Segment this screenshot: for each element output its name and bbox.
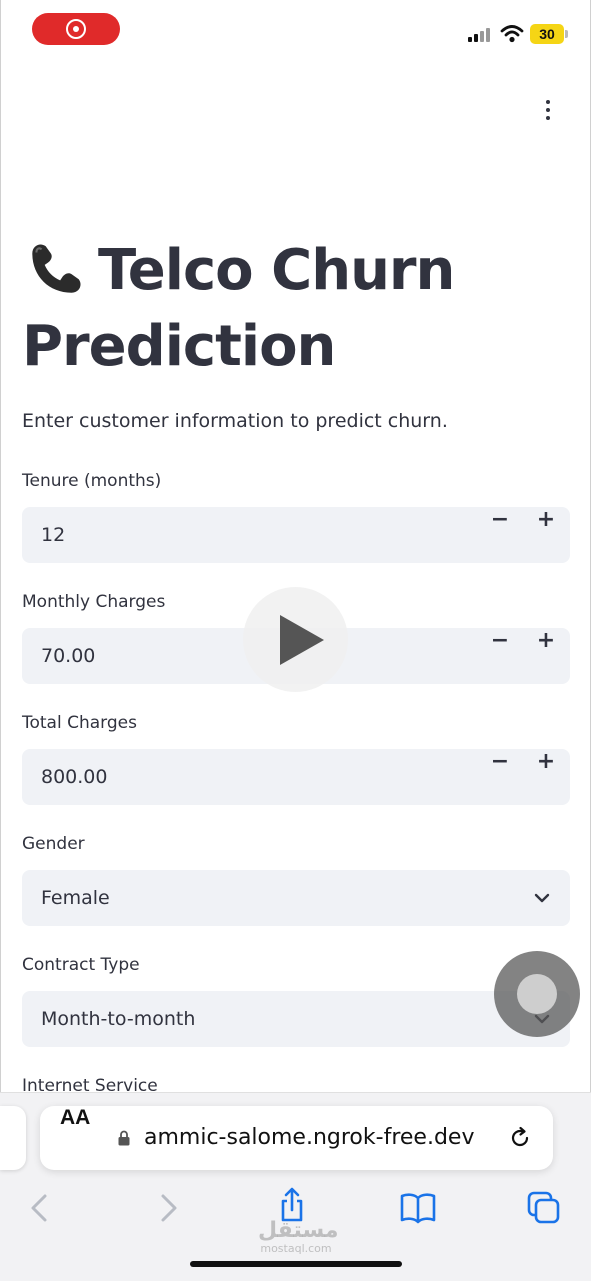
contract-type-selected-value: Month-to-month bbox=[41, 1008, 196, 1030]
gender-selected-value: Female bbox=[41, 887, 110, 909]
chevron-down-icon[interactable] bbox=[530, 886, 554, 910]
total-charges-increment-button[interactable]: + bbox=[531, 749, 561, 805]
wifi-icon bbox=[500, 25, 524, 43]
video-play-button[interactable] bbox=[243, 587, 348, 692]
battery-tip bbox=[565, 30, 568, 38]
frame-edge-left bbox=[0, 0, 1, 1280]
monthly-charges-value[interactable]: 70.00 bbox=[41, 628, 95, 684]
contract-type-select[interactable]: Month-to-month bbox=[22, 991, 570, 1047]
forward-icon[interactable] bbox=[150, 1190, 186, 1226]
page-title-continued: Prediction bbox=[22, 314, 336, 379]
gender-label: Gender bbox=[22, 834, 85, 854]
internet-service-label: Internet Service bbox=[22, 1076, 158, 1092]
main-menu-button[interactable] bbox=[538, 98, 558, 124]
lock-icon bbox=[118, 1130, 130, 1146]
total-charges-label: Total Charges bbox=[22, 713, 137, 733]
previous-tab-preview[interactable] bbox=[0, 1106, 26, 1170]
watermark-arabic: مستقل bbox=[258, 1218, 339, 1243]
address-bar[interactable]: AA ammic-salome.ngrok-free.dev bbox=[40, 1106, 553, 1170]
battery-icon: 30 bbox=[530, 24, 564, 44]
watermark: مستقل mostaql.com bbox=[258, 1218, 339, 1256]
page-subtitle: Enter customer information to predict ch… bbox=[22, 410, 448, 432]
tabs-icon[interactable] bbox=[526, 1190, 562, 1226]
monthly-charges-increment-button[interactable]: + bbox=[531, 628, 561, 684]
bookmarks-icon[interactable] bbox=[400, 1190, 436, 1226]
monthly-charges-label: Monthly Charges bbox=[22, 592, 166, 612]
total-charges-decrement-button[interactable]: − bbox=[485, 749, 515, 805]
telephone-receiver-icon bbox=[32, 244, 81, 293]
total-charges-value[interactable]: 800.00 bbox=[41, 749, 107, 805]
assistive-touch-button[interactable] bbox=[494, 951, 580, 1037]
gender-select[interactable]: Female bbox=[22, 870, 570, 926]
total-charges-input[interactable]: 800.00 − + bbox=[22, 749, 570, 805]
watermark-latin: mostaql.com bbox=[260, 1242, 332, 1255]
cellular-signal-icon bbox=[468, 26, 492, 42]
back-icon[interactable] bbox=[22, 1190, 58, 1226]
screen-recording-indicator[interactable] bbox=[32, 13, 120, 45]
play-icon bbox=[280, 615, 324, 665]
monthly-charges-decrement-button[interactable]: − bbox=[485, 628, 515, 684]
contract-type-label: Contract Type bbox=[22, 955, 140, 975]
url-text[interactable]: ammic-salome.ngrok-free.dev bbox=[144, 1106, 474, 1170]
reader-settings-button[interactable]: AA bbox=[60, 1106, 90, 1130]
page-title: Telco Churn bbox=[98, 238, 455, 303]
reload-icon[interactable] bbox=[508, 1126, 532, 1150]
tenure-decrement-button[interactable]: − bbox=[485, 507, 515, 563]
tenure-input[interactable]: 12 − + bbox=[22, 507, 570, 563]
status-bar: 30 bbox=[0, 0, 591, 60]
tenure-increment-button[interactable]: + bbox=[531, 507, 561, 563]
home-indicator[interactable] bbox=[190, 1261, 402, 1267]
tenure-label: Tenure (months) bbox=[22, 471, 162, 491]
record-icon bbox=[66, 19, 86, 39]
tenure-value[interactable]: 12 bbox=[41, 507, 65, 563]
